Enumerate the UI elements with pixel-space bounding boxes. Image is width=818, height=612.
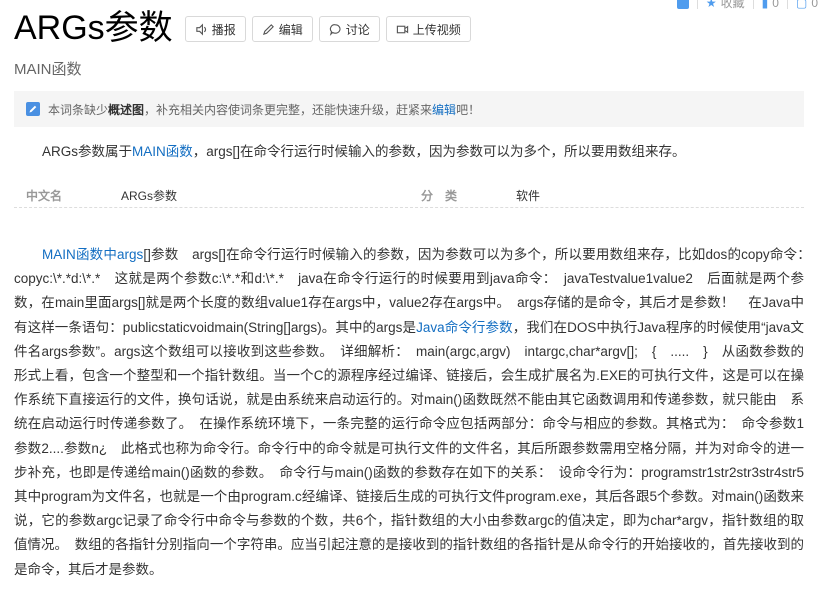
chat-bubble-icon bbox=[329, 23, 341, 36]
edit-button[interactable]: 编辑 bbox=[251, 16, 313, 42]
divider bbox=[752, 0, 754, 9]
intro-paragraph: ARGs参数属于MAIN函数，args[]在命令行运行时候输入的参数，因为参数可… bbox=[42, 140, 686, 160]
basic-value-category: 软件 bbox=[516, 189, 541, 203]
notice-bold: 概述图 bbox=[108, 102, 145, 117]
like-button[interactable]: ▮ 0 bbox=[762, 0, 779, 10]
top-toolbar: ★ 收藏 ▮ 0 ▢ 0 bbox=[676, 0, 818, 11]
body-text-2: ，我们在DOS中执行Java程序的时候使用“java文件名args参数”。arg… bbox=[14, 319, 818, 577]
star-icon: ★ bbox=[705, 0, 717, 10]
intro-prefix: ARGs参数属于 bbox=[42, 144, 133, 159]
title-actions: 播报 编辑 讨论 上传视频 bbox=[184, 16, 471, 42]
notice-prefix: 本词条缺少 bbox=[48, 102, 109, 117]
edit-label: 编辑 bbox=[278, 22, 303, 37]
notice-banner: 本词条缺少 概述图 ，补充相关内容使词条更完整，还能快速升级，赶紧来 编辑 吧！ bbox=[14, 91, 804, 127]
speaker-icon bbox=[195, 23, 206, 35]
body-paragraph: MAIN函数中args[]参数 args[]在命令行运行时候输入的参数，因为参数… bbox=[14, 243, 818, 582]
title-row: ARGs参数 播报 编辑 讨论 上传视频 bbox=[14, 8, 471, 48]
share-count: 0 bbox=[811, 0, 818, 10]
notice-suffix: 吧！ bbox=[456, 102, 481, 117]
pencil-icon bbox=[262, 23, 274, 35]
intro-main-link[interactable]: MAIN函数 bbox=[132, 144, 193, 159]
video-camera-icon bbox=[396, 25, 408, 33]
collect-label: 收藏 bbox=[720, 0, 745, 10]
intro-suffix: ，args[]在命令行运行时候输入的参数，因为参数可以为多个，所以要用数组来存。 bbox=[192, 144, 686, 159]
discuss-label: 讨论 bbox=[345, 22, 370, 37]
edit-pen-icon bbox=[26, 102, 40, 116]
broadcast-label: 播报 bbox=[211, 22, 236, 37]
discuss-button[interactable]: 讨论 bbox=[318, 16, 380, 42]
body-java-args-link[interactable]: Java命令行参数 bbox=[416, 320, 513, 335]
share-count-button[interactable]: ▢ 0 bbox=[796, 0, 818, 10]
basic-key-name: 中文名 bbox=[26, 189, 63, 203]
notice-edit-link[interactable]: 编辑 bbox=[432, 101, 456, 118]
page-title: ARGs参数 bbox=[14, 9, 173, 47]
share-box-icon: ▢ bbox=[795, 0, 808, 10]
basic-info-table: 中文名 ARGs参数 分 类 软件 bbox=[14, 180, 804, 208]
like-count: 0 bbox=[772, 0, 779, 10]
broadcast-button[interactable]: 播报 bbox=[184, 16, 246, 42]
divider bbox=[786, 0, 788, 9]
thumb-icon: ▮ bbox=[761, 0, 769, 10]
upload-video-button[interactable]: 上传视频 bbox=[385, 16, 471, 42]
body-main-args-link[interactable]: MAIN函数中args bbox=[42, 247, 143, 262]
page-subtitle: MAIN函数 bbox=[14, 61, 82, 78]
collect-button[interactable]: ★ 收藏 bbox=[706, 0, 745, 11]
notice-middle: ，补充相关内容使词条更完整，还能快速升级，赶紧来 bbox=[144, 102, 433, 117]
divider bbox=[696, 0, 698, 9]
basic-value-name: ARGs参数 bbox=[121, 189, 178, 203]
share-icon[interactable] bbox=[676, 0, 689, 9]
basic-key-category: 分 类 bbox=[421, 189, 458, 203]
upload-video-label: 上传视频 bbox=[412, 22, 461, 37]
